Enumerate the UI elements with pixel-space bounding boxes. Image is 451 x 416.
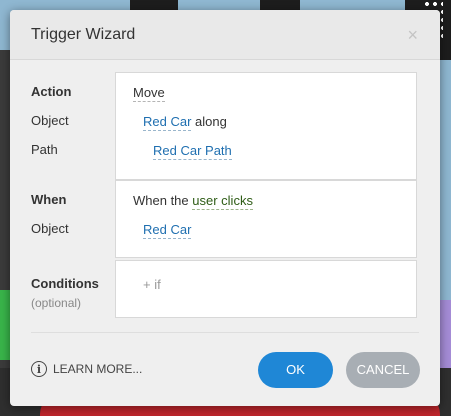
info-icon: i: [31, 361, 47, 377]
cancel-button[interactable]: CANCEL: [346, 352, 420, 388]
when-object-value[interactable]: Red Car: [143, 222, 192, 239]
along-text: along: [195, 114, 227, 129]
add-if-button[interactable]: + if: [143, 277, 161, 292]
path-row: Red Car Path: [153, 143, 232, 160]
when-event-value[interactable]: user clicks: [192, 193, 253, 210]
when-section: When Object When the user clicks Red Car: [10, 180, 440, 258]
footer-divider: [31, 332, 419, 333]
dialog-title: Trigger Wizard: [31, 25, 136, 43]
path-value[interactable]: Red Car Path: [153, 143, 232, 160]
object-row: Red Car along: [143, 114, 227, 131]
when-label: When: [31, 192, 67, 207]
trigger-wizard-dialog: Trigger Wizard × Action Object Path Move…: [10, 10, 440, 406]
conditions-section: Conditions (optional) + if: [10, 260, 440, 318]
action-row: Move: [133, 85, 165, 102]
close-icon[interactable]: ×: [407, 26, 418, 44]
learn-more-label: LEARN MORE...: [53, 362, 143, 376]
learn-more-link[interactable]: i LEARN MORE...: [31, 361, 142, 377]
when-panel: When the user clicks Red Car: [115, 180, 417, 258]
when-prefix: When the: [133, 193, 193, 208]
when-object-row: Red Car: [143, 222, 192, 239]
dialog-footer: i LEARN MORE... OK CANCEL: [10, 342, 440, 406]
dialog-header: Trigger Wizard ×: [10, 10, 440, 60]
action-value[interactable]: Move: [133, 85, 165, 102]
action-label: Action: [31, 84, 72, 99]
conditions-label: Conditions: [31, 276, 99, 291]
when-row: When the user clicks: [133, 193, 253, 210]
path-label: Path: [31, 142, 58, 157]
ok-button[interactable]: OK: [258, 352, 333, 388]
object-label: Object: [31, 113, 69, 128]
action-section: Action Object Path Move Red Car along Re…: [10, 72, 440, 180]
conditions-panel: + if: [115, 260, 417, 318]
optional-label: (optional): [31, 296, 82, 310]
action-object-value[interactable]: Red Car: [143, 114, 192, 131]
action-panel: Move Red Car along Red Car Path: [115, 72, 417, 180]
when-object-label: Object: [31, 221, 69, 236]
